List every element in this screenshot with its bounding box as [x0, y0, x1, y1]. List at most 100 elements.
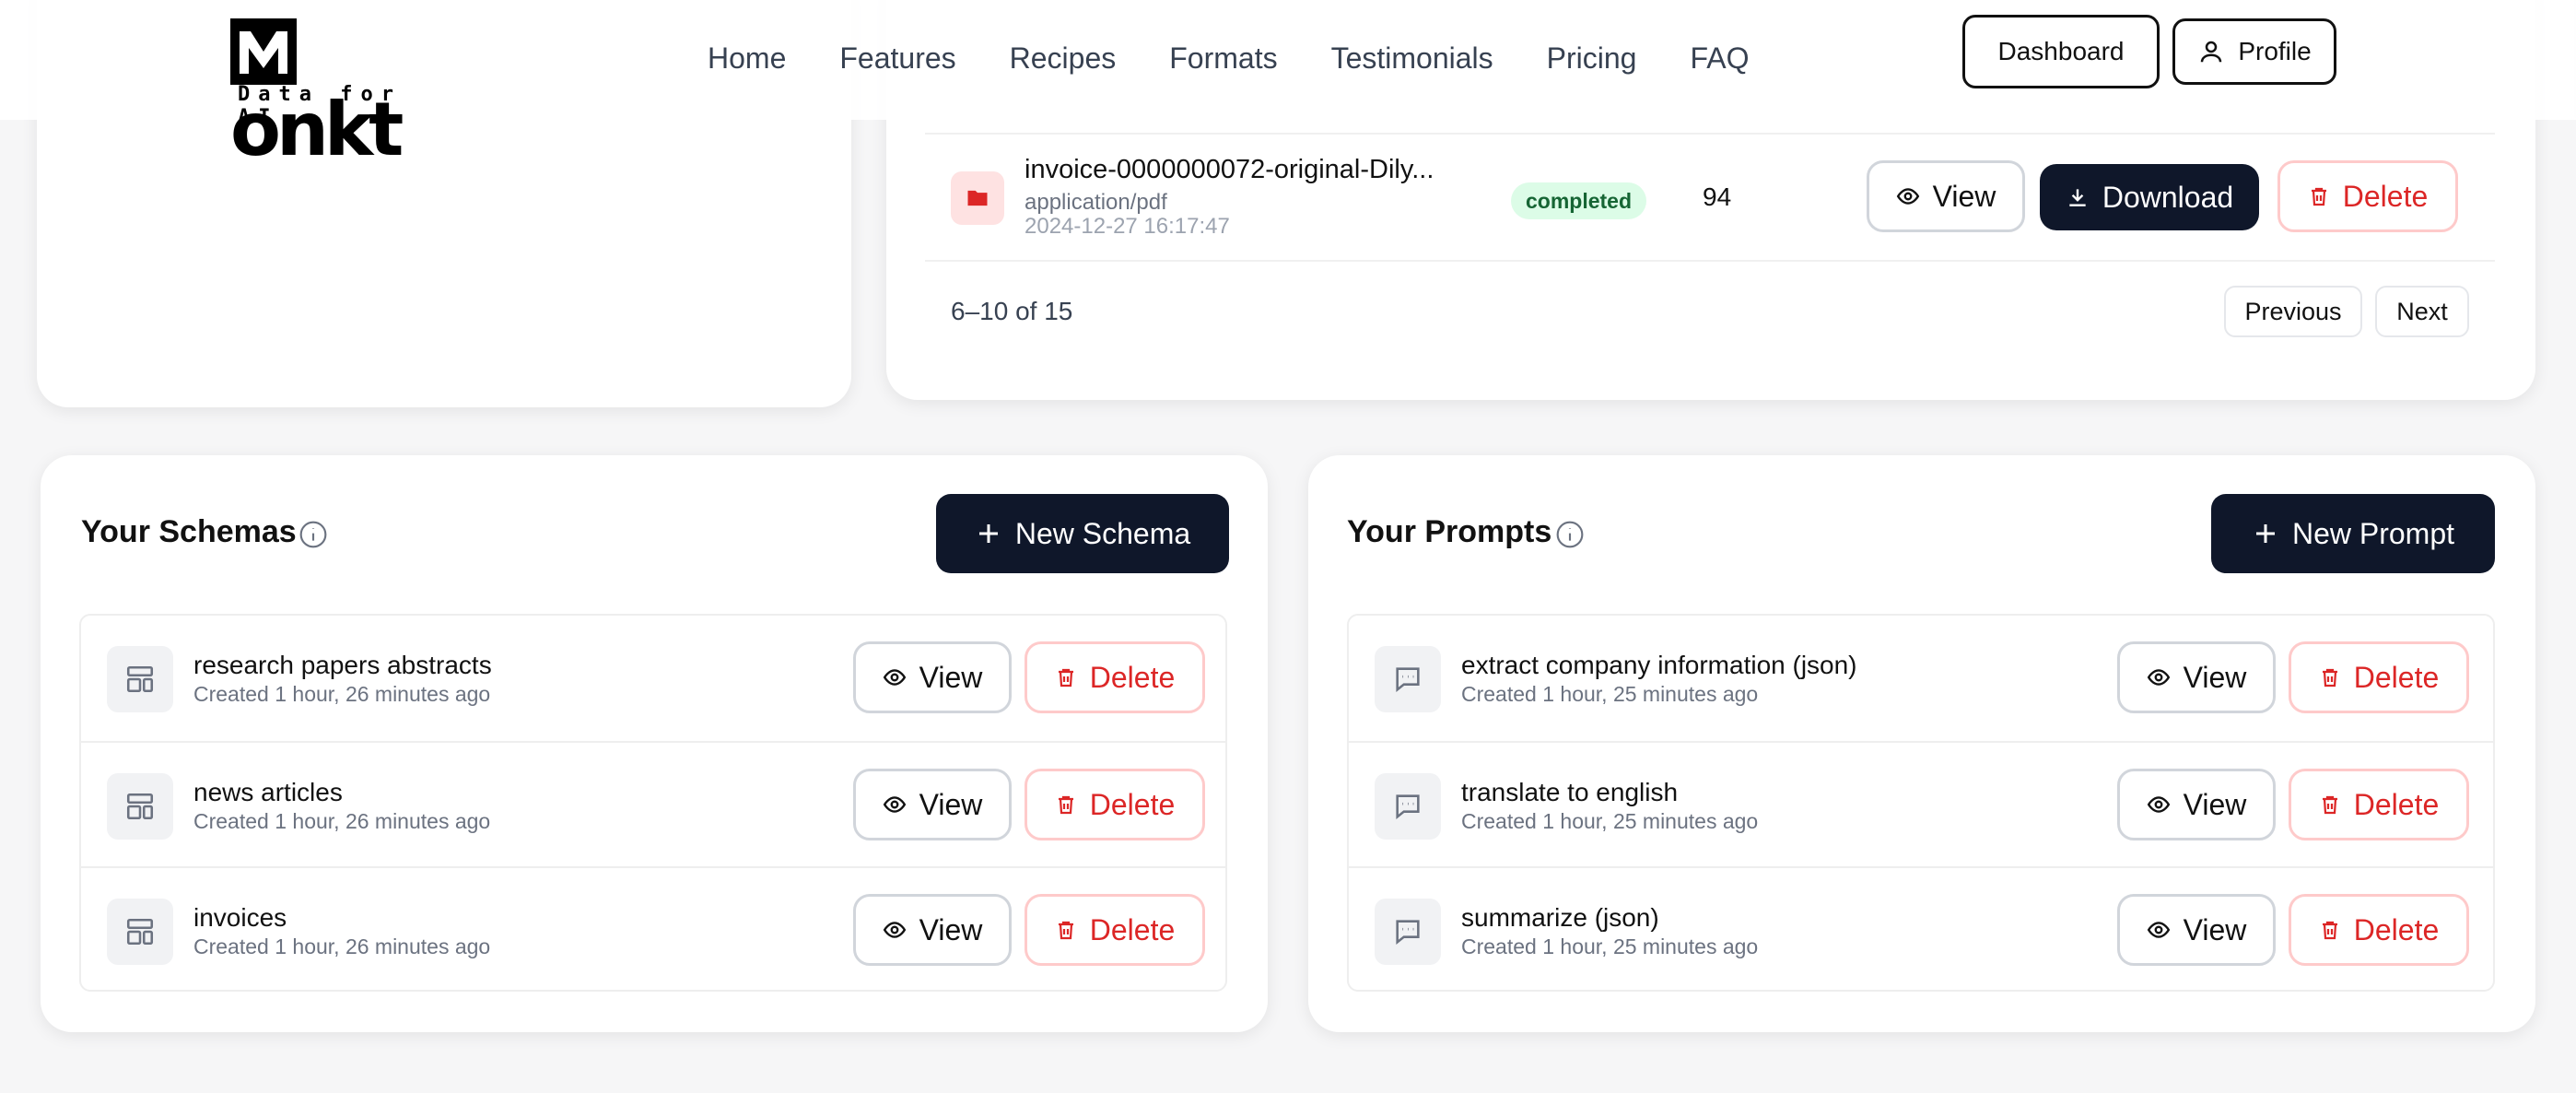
prompts-list: extract company information (json) Creat… — [1347, 614, 2495, 992]
eye-icon — [1896, 184, 1920, 208]
delete-label: Delete — [1089, 787, 1176, 821]
view-label: View — [919, 912, 983, 946]
nav-home[interactable]: Home — [708, 39, 786, 77]
layout-template-icon — [107, 646, 173, 712]
trash-icon — [2308, 184, 2330, 208]
delete-button[interactable]: Delete — [1025, 769, 1205, 840]
nav-recipes[interactable]: Recipes — [1010, 39, 1117, 77]
info-icon[interactable] — [1555, 520, 1585, 549]
schema-created: Created 1 hour, 26 minutes ago — [193, 934, 491, 958]
nav-faq[interactable]: FAQ — [1690, 39, 1749, 77]
view-label: View — [919, 787, 983, 821]
document-date: 2024-12-27 16:17:47 — [1025, 214, 1230, 239]
pagination-range: 6–10 of 15 — [951, 297, 1073, 325]
status-badge: completed — [1511, 182, 1647, 219]
view-button[interactable]: View — [2117, 894, 2276, 966]
document-mime: application/pdf — [1025, 190, 1167, 215]
dashboard-button[interactable]: Dashboard — [1962, 15, 2160, 88]
list-item: research papers abstracts Created 1 hour… — [81, 616, 1225, 741]
delete-button[interactable]: Delete — [2289, 769, 2469, 840]
document-row: invoice-0000000072-original-Dily... appl… — [925, 133, 2495, 262]
previous-page-button[interactable]: Previous — [2224, 286, 2362, 337]
prompt-created: Created 1 hour, 25 minutes ago — [1461, 809, 1759, 833]
list-item: summarize (json) Created 1 hour, 25 minu… — [1349, 866, 2493, 992]
view-button[interactable]: View — [1867, 160, 2025, 232]
prompts-card: Your Prompts New Prompt extract company … — [1308, 455, 2535, 1032]
download-label: Download — [2102, 180, 2234, 214]
schemas-list: research papers abstracts Created 1 hour… — [79, 614, 1227, 992]
view-label: View — [2183, 660, 2247, 694]
message-square-icon — [1375, 899, 1441, 965]
new-prompt-button[interactable]: New Prompt — [2211, 494, 2495, 573]
schema-name[interactable]: research papers abstracts — [193, 651, 492, 680]
schema-name[interactable]: news articles — [193, 778, 343, 807]
view-button[interactable]: View — [2117, 641, 2276, 713]
list-item: extract company information (json) Creat… — [1349, 616, 2493, 741]
view-label: View — [2183, 787, 2247, 821]
new-prompt-label: New Prompt — [2291, 516, 2455, 550]
plus-icon — [975, 520, 1002, 547]
prompt-created: Created 1 hour, 25 minutes ago — [1461, 934, 1759, 958]
list-item: news articles Created 1 hour, 26 minutes… — [81, 741, 1225, 866]
delete-button[interactable]: Delete — [2289, 641, 2469, 713]
new-schema-button[interactable]: New Schema — [936, 494, 1229, 573]
prompt-name[interactable]: extract company information (json) — [1461, 651, 1857, 680]
delete-label: Delete — [2353, 912, 2440, 946]
trash-icon — [1055, 793, 1077, 817]
next-page-button[interactable]: Next — [2375, 286, 2469, 337]
delete-label: Delete — [1089, 660, 1176, 694]
plus-icon — [2252, 520, 2279, 547]
download-button[interactable]: Download — [2040, 164, 2259, 230]
profile-button[interactable]: Profile — [2172, 18, 2336, 85]
schema-created: Created 1 hour, 26 minutes ago — [193, 682, 491, 706]
new-schema-label: New Schema — [1014, 516, 1191, 550]
delete-button[interactable]: Delete — [2289, 894, 2469, 966]
message-square-icon — [1375, 773, 1441, 840]
document-name[interactable]: invoice-0000000072-original-Dily... — [1025, 155, 1434, 185]
eye-icon — [2147, 793, 2171, 817]
layout-template-icon — [107, 899, 173, 965]
view-button[interactable]: View — [2117, 769, 2276, 840]
eye-icon — [883, 793, 907, 817]
delete-label: Delete — [1089, 912, 1176, 946]
trash-icon — [2319, 918, 2341, 942]
eye-icon — [883, 918, 907, 942]
nav-pricing[interactable]: Pricing — [1547, 39, 1637, 77]
view-label: View — [919, 660, 983, 694]
nav-features[interactable]: Features — [839, 39, 955, 77]
message-square-icon — [1375, 646, 1441, 712]
delete-button[interactable]: Delete — [1025, 641, 1205, 713]
download-icon — [2066, 185, 2090, 209]
prompt-created: Created 1 hour, 25 minutes ago — [1461, 682, 1759, 706]
logo-m-mark — [230, 18, 297, 85]
layout-template-icon — [107, 773, 173, 840]
dashboard-label: Dashboard — [1997, 37, 2125, 65]
nav-testimonials[interactable]: Testimonials — [1331, 39, 1493, 77]
delete-label: Delete — [2353, 660, 2440, 694]
view-button[interactable]: View — [853, 641, 1012, 713]
view-button[interactable]: View — [853, 894, 1012, 966]
monkt-logo[interactable]: onkt Data for AI — [230, 13, 451, 168]
prompts-title: Your Prompts — [1347, 514, 1552, 549]
schema-name[interactable]: invoices — [193, 903, 287, 933]
document-count: 94 — [1703, 182, 1732, 211]
prompt-name[interactable]: summarize (json) — [1461, 903, 1659, 933]
eye-icon — [2147, 918, 2171, 942]
logo-tagline: Data for AI — [238, 83, 402, 129]
top-navbar: onkt Data for AI Home Features Recipes F… — [0, 0, 2576, 168]
eye-icon — [883, 665, 907, 689]
info-icon[interactable] — [299, 520, 328, 549]
folder-icon — [951, 171, 1004, 225]
trash-icon — [2319, 665, 2341, 689]
trash-icon — [2319, 793, 2341, 817]
list-item: translate to english Created 1 hour, 25 … — [1349, 741, 2493, 866]
delete-button[interactable]: Delete — [1025, 894, 1205, 966]
prompt-name[interactable]: translate to english — [1461, 778, 1678, 807]
delete-button[interactable]: Delete — [2277, 160, 2458, 232]
eye-icon — [2147, 665, 2171, 689]
schemas-card: Your Schemas New Schema research papers … — [41, 455, 1268, 1032]
view-button[interactable]: View — [853, 769, 1012, 840]
main-nav: Home Features Recipes Formats Testimonia… — [708, 39, 1749, 77]
nav-formats[interactable]: Formats — [1169, 39, 1277, 77]
trash-icon — [1055, 918, 1077, 942]
